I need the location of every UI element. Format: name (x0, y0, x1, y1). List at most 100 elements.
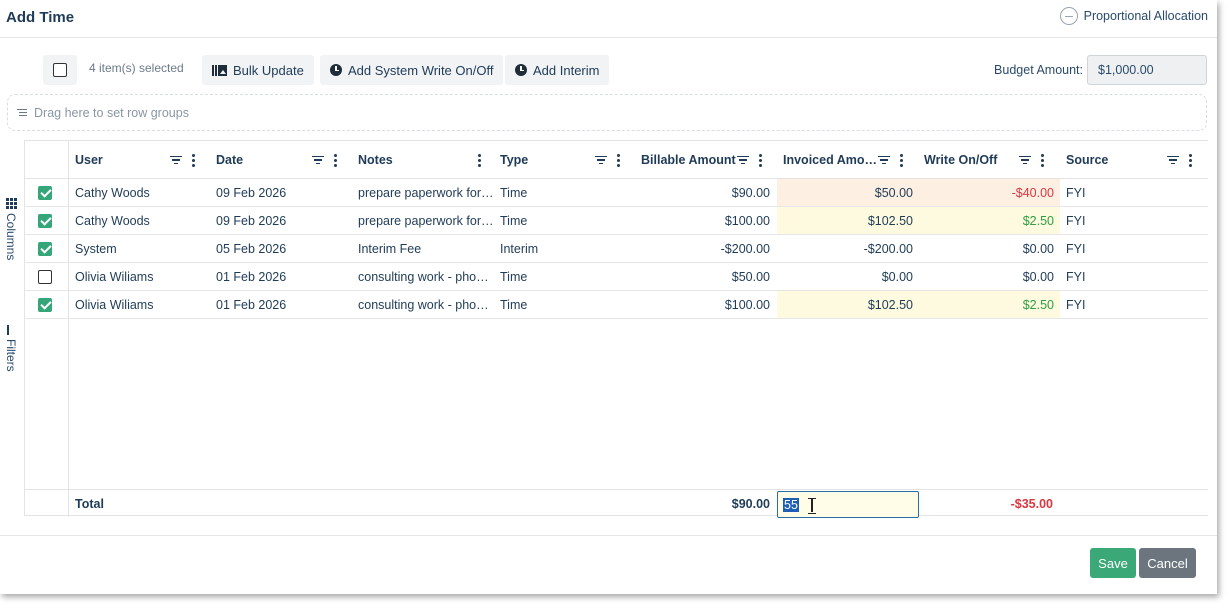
cell-notes: Interim Fee (358, 241, 422, 256)
write-header-tools (1019, 141, 1044, 179)
bulk-update-button[interactable]: Bulk Update (202, 55, 314, 85)
column-menu-icon[interactable] (900, 153, 903, 167)
columns-tab-label: Columns (4, 213, 18, 261)
filter-icon[interactable] (170, 156, 182, 165)
total-invoiced-input[interactable]: 55 (777, 491, 919, 518)
type-header-tools (595, 141, 620, 179)
table-row[interactable]: Olivia Wiliams 01 Feb 2026 consulting wo… (24, 291, 1208, 319)
cell-user: Cathy Woods (75, 213, 150, 228)
toggle-circle-icon[interactable] (1059, 7, 1078, 25)
total-label: Total (75, 497, 104, 511)
cell-date: 09 Feb 2026 (216, 213, 287, 228)
col-header-date[interactable]: Date (216, 141, 243, 179)
cell-date: 01 Feb 2026 (216, 297, 287, 312)
cell-invoiced[interactable]: $50.00 (777, 179, 919, 206)
table-row[interactable]: System 05 Feb 2026 Interim Fee Interim -… (24, 235, 1208, 263)
filter-icon[interactable] (878, 156, 890, 165)
dialog-title: Add Time (6, 9, 75, 26)
text-cursor-icon (808, 498, 816, 514)
add-system-write-button[interactable]: Add System Write On/Off (320, 55, 504, 85)
table-row[interactable]: Cathy Woods 09 Feb 2026 prepare paperwor… (24, 207, 1208, 235)
filter-icon[interactable] (312, 156, 324, 165)
column-menu-icon[interactable] (1189, 153, 1192, 167)
cell-type: Time (500, 213, 528, 228)
column-menu-icon[interactable] (1041, 153, 1044, 167)
dialog-header: Add Time Proportional Allocation (0, 0, 1217, 38)
filter-icon[interactable] (1167, 156, 1179, 165)
row-group-placeholder: Drag here to set row groups (34, 105, 189, 120)
row-checkbox[interactable] (38, 269, 52, 284)
row-checkbox-cell[interactable] (38, 207, 52, 234)
cell-source: FYI (1066, 213, 1086, 228)
cell-invoiced[interactable]: -$200.00 (777, 235, 919, 262)
cell-invoiced[interactable]: $102.50 (777, 207, 919, 234)
col-header-type[interactable]: Type (500, 141, 528, 179)
col-header-notes[interactable]: Notes (358, 141, 393, 179)
billable-header-tools (737, 141, 762, 179)
row-group-drop-zone[interactable]: Drag here to set row groups (7, 94, 1207, 131)
filters-tab[interactable]: Filters (4, 325, 18, 372)
total-invoiced-value: 55 (783, 497, 799, 512)
cell-invoiced[interactable]: $0.00 (777, 263, 919, 290)
column-menu-icon[interactable] (617, 153, 620, 167)
side-panel-tabs: Columns Filters (0, 140, 25, 516)
total-billable: $90.00 (731, 497, 770, 511)
cell-billable: $100.00 (724, 213, 770, 228)
select-all-checkbox[interactable] (53, 63, 67, 77)
column-menu-icon[interactable] (759, 153, 762, 167)
cell-billable: $100.00 (724, 297, 770, 312)
selected-count: 4 item(s) selected (89, 61, 184, 75)
filter-icon[interactable] (595, 156, 607, 165)
add-interim-button[interactable]: Add Interim (505, 55, 610, 85)
row-checkbox[interactable] (38, 297, 52, 312)
cell-write-on-off: $2.50 (919, 291, 1060, 318)
source-header-tools (1167, 141, 1192, 179)
clock-icon (330, 64, 342, 76)
total-write-on-off: -$35.00 (1010, 497, 1053, 511)
cell-write-on-off: $0.00 (1022, 269, 1054, 284)
cell-source: FYI (1066, 185, 1086, 200)
columns-tab[interactable]: Columns (4, 198, 18, 260)
row-checkbox[interactable] (38, 185, 52, 200)
table-row[interactable]: Cathy Woods 09 Feb 2026 prepare paperwor… (24, 179, 1208, 207)
proportional-allocation-toggle[interactable]: Proportional Allocation (1059, 6, 1208, 26)
cell-user: Olivia Wiliams (75, 297, 154, 312)
row-checkbox-cell[interactable] (38, 291, 52, 318)
cell-invoiced[interactable]: $102.50 (777, 291, 919, 318)
row-checkbox[interactable] (38, 241, 52, 256)
cell-notes: consulting work - pho… (358, 297, 489, 312)
add-time-dialog: Add Time Proportional Allocation 4 item(… (0, 0, 1217, 594)
totals-row: Total $90.00 55 -$35.00 (24, 489, 1208, 518)
add-system-write-label: Add System Write On/Off (348, 62, 494, 78)
cancel-button[interactable]: Cancel (1139, 548, 1196, 578)
column-menu-icon[interactable] (334, 153, 337, 167)
row-checkbox-cell[interactable] (38, 179, 52, 206)
col-header-user[interactable]: User (75, 141, 103, 179)
cell-write-on-off: -$40.00 (919, 179, 1060, 206)
column-menu-icon[interactable] (192, 153, 195, 167)
table-row[interactable]: Olivia Wiliams 01 Feb 2026 consulting wo… (24, 263, 1208, 291)
row-checkbox[interactable] (38, 213, 52, 228)
save-button[interactable]: Save (1090, 548, 1136, 578)
column-menu-icon[interactable] (478, 153, 481, 167)
row-checkbox-cell[interactable] (38, 263, 52, 290)
proportional-allocation-label: Proportional Allocation (1083, 9, 1208, 23)
filter-panel-icon (7, 325, 15, 335)
cell-notes: prepare paperwork for… (358, 185, 494, 200)
cell-billable: -$200.00 (720, 241, 770, 256)
col-header-write-on-off[interactable]: Write On/Off (924, 141, 997, 179)
col-header-source[interactable]: Source (1066, 141, 1108, 179)
budget-amount-field[interactable]: $1,000.00 (1087, 55, 1207, 85)
notes-header-tools (478, 141, 481, 179)
filter-icon[interactable] (1019, 156, 1031, 165)
toolbar: 4 item(s) selected Bulk Update Add Syste… (0, 55, 1217, 85)
col-header-invoiced[interactable]: Invoiced Amo… (783, 141, 877, 179)
time-entries-grid: User Date Notes Type Billable Amount Inv… (24, 140, 1208, 518)
col-header-billable[interactable]: Billable Amount (641, 141, 736, 179)
select-all-checkbox-wrapper[interactable] (43, 55, 77, 85)
grid-header: User Date Notes Type Billable Amount Inv… (24, 141, 1208, 179)
cell-date: 01 Feb 2026 (216, 269, 287, 284)
row-checkbox-cell[interactable] (38, 235, 52, 262)
cell-billable: $90.00 (731, 185, 770, 200)
filter-icon[interactable] (737, 156, 749, 165)
